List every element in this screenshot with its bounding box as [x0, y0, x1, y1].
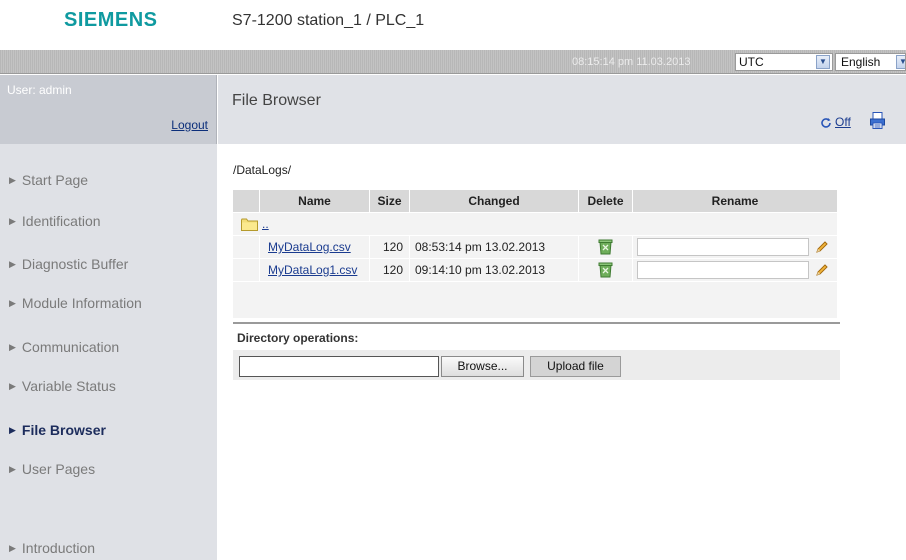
- header-spacer: [233, 190, 260, 212]
- column-header-name[interactable]: Name: [260, 190, 370, 212]
- chevron-down-icon[interactable]: ▼: [896, 55, 905, 69]
- table-row-parent: ..: [233, 213, 838, 237]
- file-link[interactable]: MyDataLog1.csv: [268, 259, 357, 281]
- user-panel: User: admin Logout: [0, 75, 217, 144]
- table-row-empty: [233, 282, 838, 318]
- sidebar-item-label: Communication: [21, 339, 120, 355]
- file-changed: 09:14:10 pm 13.02.2013: [415, 263, 546, 277]
- separator: [233, 322, 840, 324]
- browse-button[interactable]: Browse...: [441, 356, 524, 377]
- rename-input[interactable]: [637, 238, 809, 256]
- page-title: File Browser: [232, 92, 321, 109]
- sidebar-item-identification[interactable]: ▶ Identification: [9, 213, 101, 229]
- column-header-delete: Delete: [579, 190, 633, 212]
- current-path: /DataLogs/: [233, 163, 292, 177]
- rename-input[interactable]: [637, 261, 809, 279]
- sidebar-item-label: Start Page: [21, 172, 89, 188]
- trash-icon[interactable]: [598, 238, 613, 255]
- parent-directory-link[interactable]: ..: [262, 213, 269, 235]
- sidebar-item-start-page[interactable]: ▶ Start Page: [9, 172, 88, 188]
- chevron-right-icon: ▶: [9, 175, 16, 185]
- column-header-rename: Rename: [633, 190, 838, 212]
- file-link[interactable]: MyDataLog.csv: [268, 236, 351, 258]
- pencil-icon[interactable]: [815, 263, 829, 277]
- refresh-icon[interactable]: [820, 117, 832, 129]
- table-row: MyDataLog.csv 120 08:53:14 pm 13.02.2013: [233, 236, 838, 260]
- sidebar-item-label: Variable Status: [21, 378, 116, 394]
- refresh-toggle-link[interactable]: Off: [835, 115, 851, 129]
- sidebar-item-label: Introduction: [21, 540, 96, 556]
- sidebar-item-label: Module Information: [21, 295, 142, 311]
- chevron-down-icon[interactable]: ▼: [816, 55, 830, 69]
- directory-operations-label: Directory operations:: [237, 331, 359, 345]
- timezone-select[interactable]: UTC ▼: [735, 53, 833, 71]
- sidebar-item-diagnostic-buffer[interactable]: ▶ Diagnostic Buffer: [9, 256, 128, 272]
- file-size: 120: [383, 263, 404, 277]
- table-row: MyDataLog1.csv 120 09:14:10 pm 13.02.201…: [233, 259, 838, 283]
- upload-file-button[interactable]: Upload file: [530, 356, 621, 377]
- sidebar-item-user-pages[interactable]: ▶ User Pages: [9, 461, 95, 477]
- station-title: S7-1200 station_1 / PLC_1: [232, 12, 425, 29]
- language-select[interactable]: English ▼: [835, 53, 906, 71]
- chevron-right-icon: ▶: [9, 216, 16, 226]
- table-header: Name Size Changed Delete Rename: [233, 190, 838, 212]
- sidebar-item-module-information[interactable]: ▶ Module Information: [9, 295, 142, 311]
- chevron-right-icon: ▶: [9, 425, 16, 435]
- chevron-right-icon: ▶: [9, 543, 16, 553]
- chevron-right-icon: ▶: [9, 342, 16, 352]
- logout-link[interactable]: Logout: [171, 118, 208, 132]
- folder-icon: [241, 218, 258, 231]
- sidebar-item-label: Identification: [21, 213, 101, 229]
- column-header-size[interactable]: Size: [370, 190, 410, 212]
- sidebar-item-label: User Pages: [21, 461, 96, 477]
- timezone-value: UTC: [739, 55, 764, 69]
- sidebar-item-variable-status[interactable]: ▶ Variable Status: [9, 378, 116, 394]
- file-size: 120: [383, 240, 404, 254]
- sidebar-nav: ▶ Start Page ▶ Identification ▶ Diagnostic …: [0, 144, 217, 560]
- print-icon[interactable]: [870, 112, 885, 129]
- language-value: English: [841, 55, 881, 69]
- sidebar-item-communication[interactable]: ▶ Communication: [9, 339, 119, 355]
- pencil-icon[interactable]: [815, 240, 829, 254]
- sidebar-item-label: File Browser: [21, 422, 106, 438]
- upload-file-input[interactable]: [239, 356, 439, 377]
- trash-icon[interactable]: [598, 261, 613, 278]
- sidebar-item-introduction[interactable]: ▶ Introduction: [9, 540, 95, 556]
- siemens-logo: SIEMENS: [64, 9, 158, 31]
- chevron-right-icon: ▶: [9, 381, 16, 391]
- file-changed: 08:53:14 pm 13.02.2013: [415, 240, 546, 254]
- sidebar-item-file-browser[interactable]: ▶ File Browser: [9, 422, 106, 438]
- user-label: User: admin: [7, 83, 72, 97]
- chevron-right-icon: ▶: [9, 464, 16, 474]
- sidebar-item-label: Diagnostic Buffer: [21, 256, 129, 272]
- page-title-bar: File Browser Off: [218, 75, 906, 144]
- chevron-right-icon: ▶: [9, 298, 16, 308]
- chevron-right-icon: ▶: [9, 259, 16, 269]
- column-header-changed[interactable]: Changed: [410, 190, 579, 212]
- datetime-display: 08:15:14 pm 11.03.2013: [572, 56, 691, 68]
